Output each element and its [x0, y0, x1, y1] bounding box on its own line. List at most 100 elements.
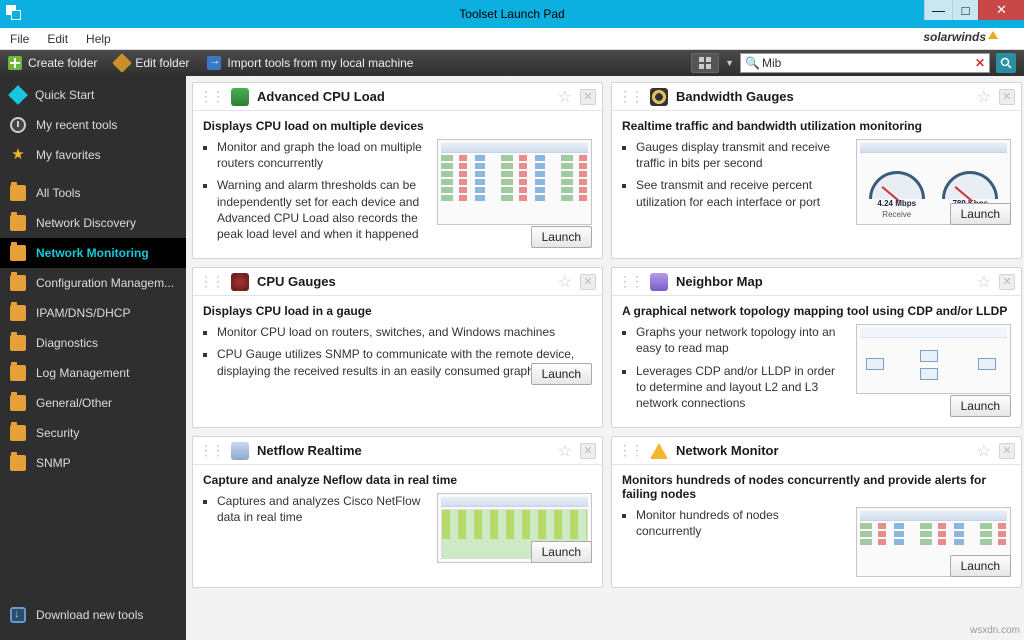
- sidebar-item-my-recent-tools[interactable]: My recent tools: [0, 110, 186, 140]
- card-title: CPU Gauges: [257, 274, 336, 289]
- watermark: wsxdn.com: [970, 625, 1020, 636]
- clear-search-icon[interactable]: ✕: [975, 56, 985, 70]
- folder-icon: [10, 245, 26, 261]
- launch-button[interactable]: Launch: [950, 395, 1011, 417]
- launch-button[interactable]: Launch: [531, 541, 592, 563]
- favorite-star-icon[interactable]: ☆: [977, 272, 991, 292]
- card-bandwidth-gauges: ⋮⋮ Bandwidth Gauges ☆ ✕Realtime traffic …: [611, 82, 1022, 259]
- download-new-tools[interactable]: Download new tools: [0, 600, 186, 630]
- sidebar-item-configuration-managem-[interactable]: Configuration Managem...: [0, 268, 186, 298]
- toolbar: Create folder Edit folder Import tools f…: [0, 50, 1024, 76]
- quick-icon: [8, 85, 28, 105]
- pencil-icon: [112, 53, 132, 73]
- card-close-icon[interactable]: ✕: [580, 443, 596, 459]
- card-title: Advanced CPU Load: [257, 89, 385, 104]
- sidebar-item-my-favorites[interactable]: My favorites: [0, 140, 186, 170]
- content-scroll[interactable]: ⋮⋮ Advanced CPU Load ☆ ✕ Displays CPU loa…: [186, 76, 1024, 640]
- sidebar-item-ipam-dns-dhcp[interactable]: IPAM/DNS/DHCP: [0, 298, 186, 328]
- card-close-icon[interactable]: ✕: [999, 89, 1015, 105]
- folder-icon: [10, 395, 26, 411]
- maximize-button[interactable]: □: [952, 0, 978, 20]
- drag-handle-icon[interactable]: ⋮⋮: [199, 442, 223, 459]
- bullet-item: Captures and analyzes Cisco NetFlow data…: [217, 493, 427, 525]
- drag-handle-icon[interactable]: ⋮⋮: [618, 273, 642, 290]
- sidebar-item-network-discovery[interactable]: Network Discovery: [0, 208, 186, 238]
- sidebar-item-log-management[interactable]: Log Management: [0, 358, 186, 388]
- view-mode-button[interactable]: [691, 53, 719, 73]
- favorite-star-icon[interactable]: ☆: [977, 441, 991, 461]
- edit-folder-label: Edit folder: [135, 56, 189, 70]
- card-subtitle: Displays CPU load on multiple devices: [203, 119, 592, 133]
- favorite-star-icon[interactable]: ☆: [558, 272, 572, 292]
- card-title: Netflow Realtime: [257, 443, 362, 458]
- sidebar-item-snmp[interactable]: SNMP: [0, 448, 186, 478]
- bullet-item: Monitor and graph the load on multiple r…: [217, 139, 427, 171]
- minimize-button[interactable]: —: [924, 0, 952, 20]
- favorite-star-icon[interactable]: ☆: [558, 441, 572, 461]
- dropdown-icon[interactable]: ▼: [725, 58, 734, 68]
- bandwidth-gauges-icon: [650, 88, 668, 106]
- sidebar-item-label: Configuration Managem...: [36, 276, 174, 290]
- sidebar-item-diagnostics[interactable]: Diagnostics: [0, 328, 186, 358]
- search-box[interactable]: 🔍 ✕: [740, 53, 990, 73]
- sidebar-item-all-tools[interactable]: All Tools: [0, 178, 186, 208]
- menu-file[interactable]: File: [10, 32, 29, 46]
- bullet-item: Gauges display transmit and receive traf…: [636, 139, 846, 171]
- drag-handle-icon[interactable]: ⋮⋮: [199, 88, 223, 105]
- favorite-star-icon[interactable]: ☆: [558, 87, 572, 107]
- network-monitor-icon: [650, 443, 668, 459]
- brand-logo: solarwinds: [923, 30, 998, 44]
- drag-handle-icon[interactable]: ⋮⋮: [199, 273, 223, 290]
- folder-icon: [10, 365, 26, 381]
- card-close-icon[interactable]: ✕: [999, 274, 1015, 290]
- card-close-icon[interactable]: ✕: [580, 274, 596, 290]
- sidebar-item-network-monitoring[interactable]: Network Monitoring: [0, 238, 186, 268]
- neighbor-map-icon: [650, 273, 668, 291]
- menu-edit[interactable]: Edit: [47, 32, 68, 46]
- sidebar-item-label: Network Discovery: [36, 216, 136, 230]
- card-close-icon[interactable]: ✕: [999, 443, 1015, 459]
- sidebar: Quick StartMy recent toolsMy favorites Al…: [0, 76, 186, 640]
- content-area: ⋮⋮ Advanced CPU Load ☆ ✕ Displays CPU loa…: [186, 76, 1024, 640]
- launch-button[interactable]: Launch: [531, 363, 592, 385]
- card-neighbor-map: ⋮⋮ Neighbor Map ☆ ✕A graphical network t…: [611, 267, 1022, 428]
- menu-help[interactable]: Help: [86, 32, 111, 46]
- launch-button[interactable]: Launch: [950, 555, 1011, 577]
- launch-button[interactable]: Launch: [531, 226, 592, 248]
- sidebar-item-label: Log Management: [36, 366, 129, 380]
- sidebar-item-quick-start[interactable]: Quick Start: [0, 80, 186, 110]
- plus-icon: [8, 56, 22, 70]
- drag-handle-icon[interactable]: ⋮⋮: [618, 88, 642, 105]
- card-cpu-gauges: ⋮⋮ CPU Gauges ☆ ✕Displays CPU load in a …: [192, 267, 603, 428]
- close-button[interactable]: ✕: [978, 0, 1024, 20]
- card-subtitle: A graphical network topology mapping too…: [622, 304, 1011, 318]
- download-new-tools-label: Download new tools: [36, 608, 143, 622]
- card-subtitle: Capture and analyze Neflow data in real …: [203, 473, 592, 487]
- folder-icon: [10, 185, 26, 201]
- card-close-icon[interactable]: ✕: [580, 89, 596, 105]
- bullet-item: See transmit and receive percent utiliza…: [636, 177, 846, 209]
- create-folder-button[interactable]: Create folder: [8, 56, 97, 70]
- search-input[interactable]: [762, 56, 971, 70]
- netflow-realtime-icon: [231, 442, 249, 460]
- drag-handle-icon[interactable]: ⋮⋮: [618, 442, 642, 459]
- folder-icon: [10, 275, 26, 291]
- app-icon: [6, 5, 22, 21]
- bullet-item: Graphs your network topology into an eas…: [636, 324, 846, 356]
- bullet-item: Leverages CDP and/or LLDP in order to de…: [636, 363, 846, 412]
- sidebar-item-label: General/Other: [36, 396, 112, 410]
- sidebar-item-security[interactable]: Security: [0, 418, 186, 448]
- sidebar-item-general-other[interactable]: General/Other: [0, 388, 186, 418]
- folder-icon: [10, 335, 26, 351]
- launch-button[interactable]: Launch: [950, 203, 1011, 225]
- favorite-star-icon[interactable]: ☆: [977, 87, 991, 107]
- card-bullets: Graphs your network topology into an eas…: [622, 324, 846, 417]
- window-titlebar: Toolset Launch Pad — □ ✕: [0, 0, 1024, 28]
- search-go-button[interactable]: [996, 53, 1016, 73]
- bullet-item: Warning and alarm thresholds can be inde…: [217, 177, 427, 242]
- card-advanced-cpu-load: ⋮⋮ Advanced CPU Load ☆ ✕ Displays CPU loa…: [192, 82, 603, 259]
- search-icon: 🔍: [745, 56, 760, 70]
- import-tools-label: Import tools from my local machine: [227, 56, 413, 70]
- import-tools-button[interactable]: Import tools from my local machine: [207, 56, 413, 70]
- edit-folder-button[interactable]: Edit folder: [115, 56, 189, 70]
